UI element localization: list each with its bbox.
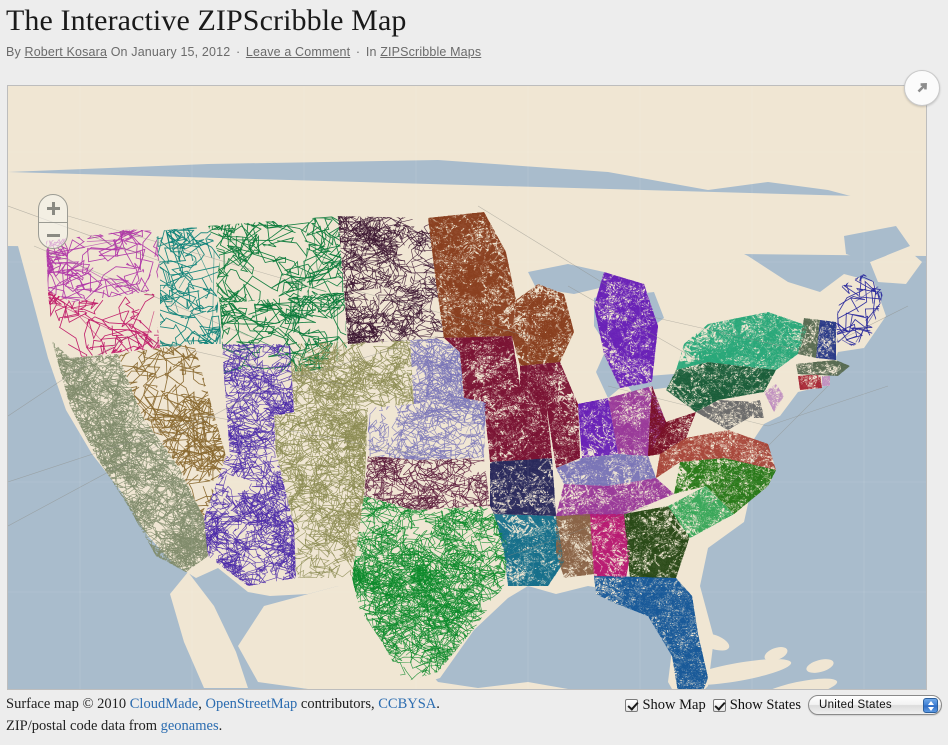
- post-date: January 15, 2012: [131, 45, 231, 59]
- cloudmade-link[interactable]: CloudMade: [130, 696, 198, 712]
- plus-icon: [46, 201, 60, 215]
- author-link[interactable]: Robert Kosara: [25, 45, 108, 59]
- meta-separator-1: ·: [235, 45, 241, 59]
- geonames-link[interactable]: geonames: [161, 718, 219, 734]
- attrib-suffix-2: .: [218, 718, 223, 734]
- zoom-control[interactable]: [38, 194, 68, 249]
- in-prefix: In: [365, 45, 377, 59]
- map-footer: Surface map © 2010 CloudMade, OpenStreet…: [0, 693, 948, 745]
- expand-fullscreen-button[interactable]: [904, 70, 940, 106]
- openstreetmap-link[interactable]: OpenStreetMap: [205, 696, 297, 712]
- checkbox-checked-icon: [625, 698, 639, 712]
- leave-comment-link[interactable]: Leave a Comment: [246, 45, 350, 59]
- arrow-up-icon: [927, 700, 934, 705]
- stepper-arrows-icon[interactable]: [923, 698, 938, 713]
- post-header: The Interactive ZIPScribble Map By Rober…: [0, 0, 948, 59]
- on-prefix: On: [110, 45, 128, 59]
- checkbox-checked-icon: [712, 698, 726, 712]
- post-meta: By Robert Kosara On January 15, 2012 · L…: [6, 45, 948, 59]
- show-map-label: Show Map: [642, 696, 706, 713]
- page-root: The Interactive ZIPScribble Map By Rober…: [0, 0, 948, 745]
- zipscribble-map-svg: [8, 86, 926, 689]
- show-map-checkbox[interactable]: Show Map: [625, 696, 706, 714]
- attrib-mid-2: contributors,: [297, 696, 379, 712]
- zoom-in-button[interactable]: [39, 195, 67, 223]
- expand-arrow-icon: [917, 83, 927, 93]
- page-title: The Interactive ZIPScribble Map: [6, 4, 407, 37]
- category-link[interactable]: ZIPScribble Maps: [380, 45, 481, 59]
- attrib-prefix-1: Surface map © 2010: [6, 696, 130, 712]
- map-controls: Show Map Show States United States: [625, 695, 942, 715]
- show-states-label: Show States: [729, 696, 801, 713]
- zoom-out-button[interactable]: [39, 223, 67, 249]
- attrib-suffix-1: .: [436, 696, 440, 712]
- attrib-prefix-2: ZIP/postal code data from: [6, 718, 161, 734]
- arrow-down-icon: [927, 706, 934, 711]
- country-select-value: United States: [819, 699, 892, 711]
- byline-prefix: By: [6, 45, 21, 59]
- country-select[interactable]: United States: [808, 695, 942, 715]
- ccbysa-link[interactable]: CCBYSA: [378, 696, 436, 712]
- show-states-checkbox[interactable]: Show States: [712, 696, 801, 714]
- minus-icon: [46, 234, 60, 237]
- meta-separator-2: ·: [355, 45, 361, 59]
- attribution-line-2: ZIP/postal code data from geonames.: [0, 715, 948, 737]
- map-canvas[interactable]: [7, 85, 927, 690]
